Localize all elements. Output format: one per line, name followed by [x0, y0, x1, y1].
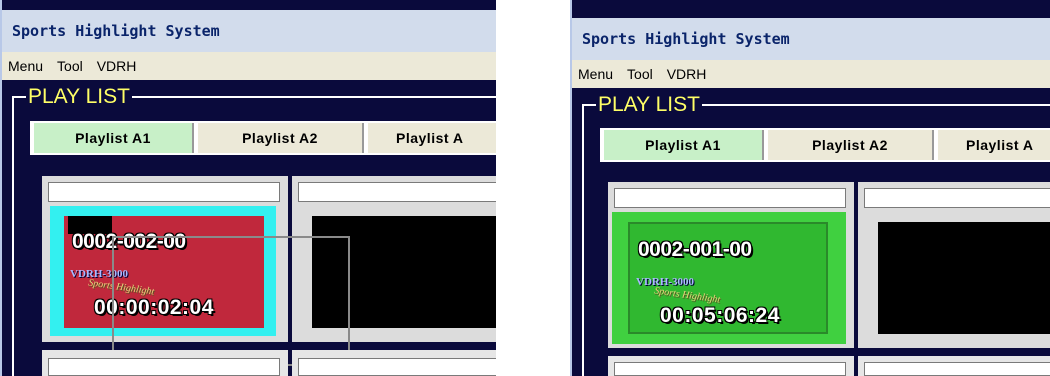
- tab-playlist-a1[interactable]: Playlist A1: [34, 123, 194, 153]
- title-bar[interactable]: Sports Highlight System: [2, 10, 496, 52]
- playlist-slot-1[interactable]: 0002-001-00 VDRH-3000 Sports Highlight 0…: [608, 182, 854, 348]
- tab-playlist-a2[interactable]: Playlist A2: [768, 130, 934, 160]
- slot-title-field[interactable]: [298, 358, 496, 376]
- clip-brand-logo: Sports Highlight: [653, 285, 721, 306]
- tab-bar: Playlist A1 Playlist A2 Playlist A: [600, 128, 1050, 162]
- tab-playlist-a2[interactable]: Playlist A2: [198, 123, 364, 153]
- slot-title-field[interactable]: [614, 362, 846, 376]
- tab-playlist-a3[interactable]: Playlist A: [938, 130, 1050, 160]
- drag-outline: [112, 236, 350, 366]
- playlist-slot-3[interactable]: [42, 350, 288, 376]
- menu-item-menu[interactable]: Menu: [8, 52, 43, 80]
- playlist-heading: PLAY LIST: [596, 92, 702, 118]
- title-bar[interactable]: Sports Highlight System: [572, 18, 1050, 60]
- playlist-slot-3[interactable]: [608, 356, 854, 376]
- tab-bar: Playlist A1 Playlist A2 Playlist A: [30, 121, 496, 155]
- playlist-heading: PLAY LIST: [26, 84, 132, 110]
- menu-item-tool[interactable]: Tool: [627, 60, 653, 88]
- playlist-slot-4[interactable]: [292, 350, 496, 376]
- empty-video-preview: [878, 222, 1050, 334]
- menu-item-vdrh[interactable]: VDRH: [97, 52, 137, 80]
- slot-title-field[interactable]: [864, 362, 1050, 376]
- menu-item-tool[interactable]: Tool: [57, 52, 83, 80]
- playlist-slot-2[interactable]: [858, 182, 1050, 348]
- tab-playlist-a1[interactable]: Playlist A1: [604, 130, 764, 160]
- clip-thumbnail[interactable]: 0002-001-00 VDRH-3000 Sports Highlight 0…: [612, 212, 846, 344]
- menu-bar: Menu Tool VDRH: [2, 52, 496, 80]
- slot-title-field[interactable]: [614, 188, 846, 208]
- slot-title-field[interactable]: [48, 182, 280, 202]
- playlist-slot-4[interactable]: [858, 356, 1050, 376]
- menu-item-menu[interactable]: Menu: [578, 60, 613, 88]
- tab-playlist-a3[interactable]: Playlist A: [368, 123, 496, 153]
- menu-item-vdrh[interactable]: VDRH: [667, 60, 707, 88]
- thumbnail-image: 0002-001-00 VDRH-3000 Sports Highlight 0…: [628, 222, 828, 334]
- clip-code: 0002-001-00: [638, 238, 752, 261]
- clip-timecode: 00:05:06:24: [660, 304, 780, 327]
- slot-title-field[interactable]: [298, 182, 496, 202]
- window-left: Sports Highlight System Menu Tool VDRH PLA…: [0, 0, 496, 376]
- slot-title-field[interactable]: [864, 188, 1050, 208]
- menu-bar: Menu Tool VDRH: [572, 60, 1050, 88]
- slot-title-field[interactable]: [48, 358, 280, 376]
- window-right: Sports Highlight System Menu Tool VDRH PLA…: [570, 0, 1050, 376]
